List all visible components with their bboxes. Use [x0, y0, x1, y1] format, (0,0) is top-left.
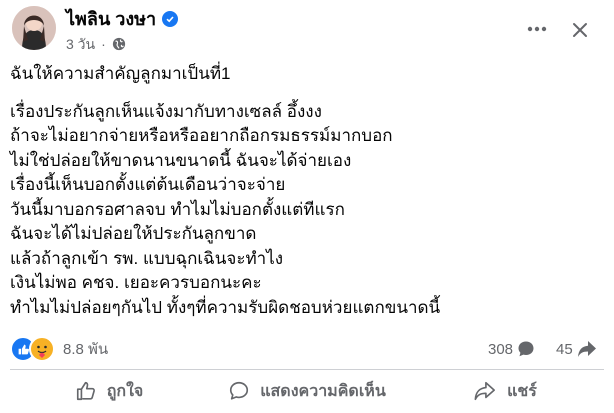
reactions-summary[interactable]: 8.8 พัน: [10, 336, 109, 362]
author-name[interactable]: ไพลิน วงษา: [66, 8, 156, 30]
comment-outline-icon: [230, 381, 249, 400]
post-line: ไม่ใช่ปล่อยให้ขาดนานขนาดนี้ ฉันจะได้จ่าย…: [10, 150, 352, 170]
action-bar: ถูกใจ แสดงความคิดเห็น แชร์: [10, 371, 604, 411]
share-icon: [577, 341, 596, 357]
comments-count-link[interactable]: 308: [488, 337, 535, 361]
share-button[interactable]: แชร์: [406, 371, 604, 411]
post-line: ฉันให้ความสำคัญลูกมาเป็นที่1: [10, 64, 231, 83]
avatar-image: [12, 6, 56, 50]
globe-icon: [112, 37, 125, 51]
facebook-post: ไพลิน วงษา 3 วัน · ฉันให้ความสำคัญลูกมาเ…: [0, 0, 614, 413]
post-text: ฉันให้ความสำคัญลูกมาเป็นที่1 เรื่องประกั…: [10, 62, 604, 320]
author-name-row: ไพลิน วงษา: [66, 8, 179, 30]
post-time[interactable]: 3 วัน: [66, 35, 95, 53]
meta-separator: ·: [101, 36, 106, 52]
post-line: ฉันจะได้ไม่ปล่อยให้ประกันลูกขาด: [10, 224, 257, 243]
post-line: ทำไมไม่ปล่อยๆกันไป ทั้งๆที่ความรับผิดชอบ…: [10, 297, 441, 317]
share-count: 45: [556, 340, 573, 358]
reaction-count: 8.8 พัน: [63, 341, 109, 358]
divider: [10, 369, 604, 370]
like-label: ถูกใจ: [106, 382, 144, 400]
close-icon: [573, 23, 587, 37]
post-meta: 3 วัน ·: [66, 35, 126, 53]
post-line: ถ้าจะไม่อยากจ่ายหรือหรืออยากถือกรมธรรม์ม…: [10, 126, 393, 145]
post-line: เรื่องนี้เห็นบอกตั้งแต่ต้นเดือนว่าจะจ่าย: [10, 175, 286, 194]
like-button[interactable]: ถูกใจ: [10, 371, 208, 411]
post-line: แล้วถ้าลูกเข้า รพ. แบบฉุกเฉินจะทำไง: [10, 248, 284, 268]
share-outline-icon: [474, 381, 496, 401]
more-options-icon: [527, 26, 547, 32]
comment-button[interactable]: แสดงความคิดเห็น: [208, 371, 406, 411]
verified-badge-icon: [162, 11, 179, 27]
thumbs-up-icon: [76, 381, 95, 401]
post-line: เรื่องประกันลูกเห็นแจ้งมากับทางเซลล์ อึ้…: [10, 101, 322, 121]
post-line: เงินไม่พอ คชจ. เยอะควรบอกนะคะ: [10, 273, 262, 292]
comment-label: แสดงความคิดเห็น: [260, 382, 386, 400]
post-line: วันนี้มาบอกรอศาลจบ ทำไมไม่บอกตั้งแต่ทีแร…: [10, 199, 345, 219]
more-options-button[interactable]: [522, 18, 552, 40]
comment-icon: [518, 341, 534, 357]
close-button[interactable]: [566, 16, 594, 44]
avatar[interactable]: [12, 6, 56, 50]
care-reaction-icon: [29, 336, 55, 362]
shares-count-link[interactable]: 45: [556, 337, 597, 361]
comment-count: 308: [488, 340, 514, 358]
share-label: แชร์: [507, 382, 537, 400]
